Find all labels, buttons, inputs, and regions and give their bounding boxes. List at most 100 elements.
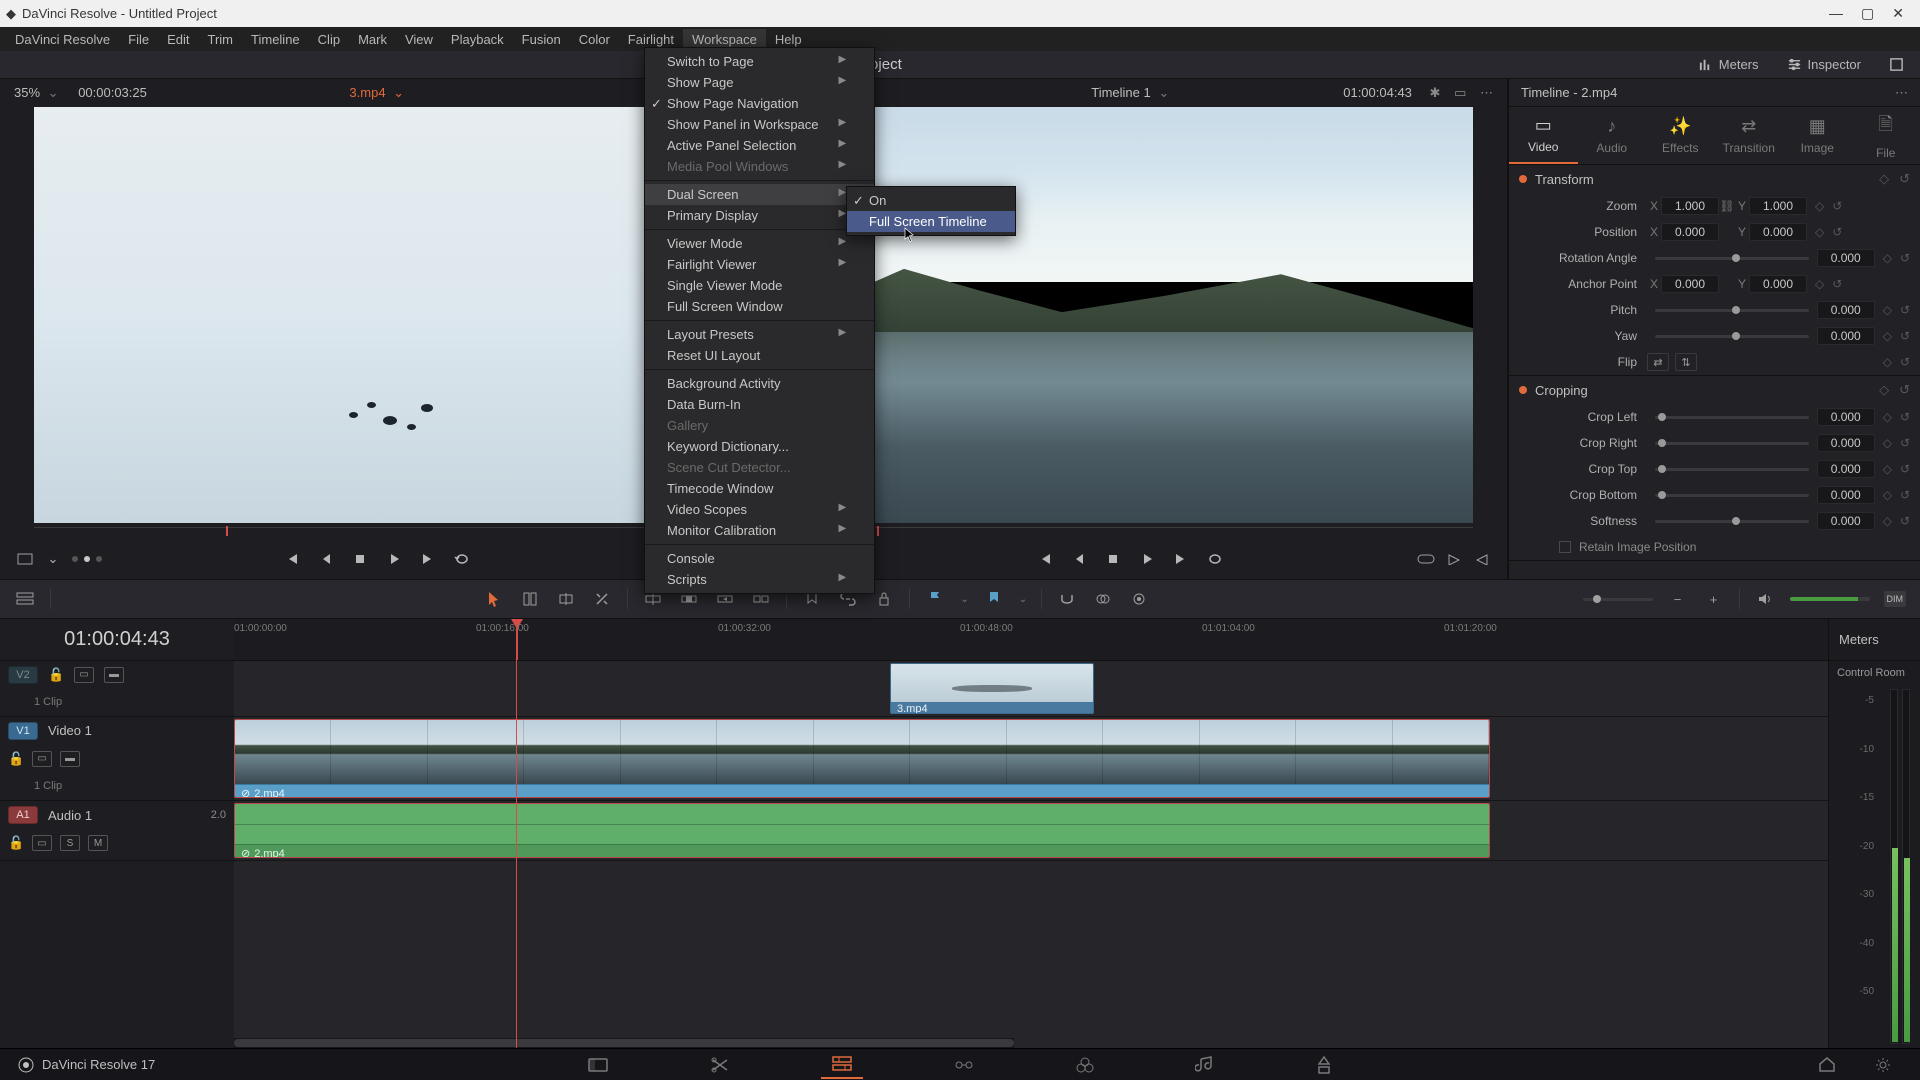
keyframe-diamond-icon[interactable]: ◇ [1815,199,1824,213]
reset-icon[interactable]: ↺ [1900,355,1910,369]
menu-davinci-resolve[interactable]: DaVinci Resolve [6,29,119,50]
yaw-field[interactable]: 0.000 [1817,327,1875,345]
menu-item-show-page[interactable]: Show Page▶ [645,72,874,93]
close-button[interactable]: ✕ [1892,5,1904,22]
keyframe-diamond-icon[interactable]: ◇ [1815,277,1824,291]
track-view-button[interactable]: ▬ [60,751,80,767]
softness-slider[interactable] [1655,520,1809,523]
reset-icon[interactable]: ↺ [1832,199,1842,213]
keyframe-diamond-icon[interactable]: ◇ [1815,225,1824,239]
track-badge-a1[interactable]: A1 [8,806,38,824]
chevron-down-icon[interactable]: ⌄ [44,550,62,568]
enable-dot[interactable] [1519,175,1527,183]
expand-button[interactable] [1883,55,1910,74]
program-canvas[interactable] [788,107,1474,523]
source-zoom[interactable]: 35% [14,85,40,100]
reset-icon[interactable]: ↺ [1899,382,1910,398]
flag-button[interactable] [924,588,946,610]
menu-file[interactable]: File [119,29,158,50]
track-v1[interactable]: ⊘2.mp4 [234,717,1828,801]
menu-item-layout-presets[interactable]: Layout Presets▶ [645,324,874,345]
reset-icon[interactable]: ↺ [1899,171,1910,187]
menu-item-fairlight-viewer[interactable]: Fairlight Viewer▶ [645,254,874,275]
menu-fusion[interactable]: Fusion [513,29,570,50]
reset-icon[interactable]: ↺ [1900,436,1910,450]
minimize-button[interactable]: — [1829,5,1843,22]
loop-button[interactable] [1206,550,1224,568]
trim-tool[interactable] [519,588,541,610]
menu-item-keyword-dictionary-[interactable]: Keyword Dictionary... [645,436,874,457]
linked-selection-button[interactable] [1092,588,1114,610]
auto-select-button[interactable]: ▭ [32,751,52,767]
reset-icon[interactable]: ↺ [1900,303,1910,317]
menu-playback[interactable]: Playback [442,29,513,50]
cut-page-button[interactable] [699,1052,741,1078]
prev-frame-button[interactable] [1070,550,1088,568]
play-button[interactable] [385,550,403,568]
track-v2[interactable]: 3.mp4 [234,661,1828,717]
clip-2mp4-audio[interactable]: ⊘2.mp4 [234,803,1490,858]
chevron-down-icon[interactable]: ⌄ [1019,594,1027,605]
menu-color[interactable]: Color [570,29,619,50]
keyframe-diamond-icon[interactable]: ◇ [1883,251,1892,265]
auto-select-button[interactable]: ▭ [74,667,94,683]
dual-screen-submenu[interactable]: ✓On Full Screen Timeline [846,186,1016,236]
timeline-body[interactable]: 01:00:00:0001:00:16:0001:00:32:0001:00:4… [234,619,1828,1048]
crop-top-field[interactable]: 0.000 [1817,460,1875,478]
rotation-slider[interactable] [1655,257,1809,260]
project-settings-button[interactable] [1864,1052,1902,1078]
marker-color-button[interactable] [983,588,1005,610]
volume-slider[interactable] [1790,597,1870,601]
next-frame-button[interactable] [419,550,437,568]
next-frame-button[interactable] [1172,550,1190,568]
keyframe-diamond-icon[interactable]: ◇ [1879,382,1889,398]
lock-button[interactable] [873,588,895,610]
pitch-slider[interactable] [1655,309,1809,312]
view-dots[interactable] [72,556,102,562]
crop-right-slider[interactable] [1655,442,1809,445]
fusion-page-button[interactable] [943,1052,985,1078]
source-mode-button[interactable] [16,550,34,568]
timeline-view-button[interactable] [14,588,36,610]
prev-frame-button[interactable] [317,550,335,568]
softness-field[interactable]: 0.000 [1817,512,1875,530]
link-icon[interactable]: ⛓ [1719,199,1735,213]
reset-icon[interactable]: ↺ [1832,225,1842,239]
keyframe-diamond-icon[interactable]: ◇ [1883,303,1892,317]
blade-tool[interactable] [591,588,613,610]
first-frame-button[interactable] [1036,550,1054,568]
tab-transition[interactable]: ⇄Transition [1715,107,1784,164]
menu-item-video-scopes[interactable]: Video Scopes▶ [645,499,874,520]
menu-item-full-screen-timeline[interactable]: Full Screen Timeline [847,211,1015,232]
timeline-zoom-slider[interactable] [1583,598,1653,601]
insert-button[interactable] [1417,550,1435,568]
menu-view[interactable]: View [396,29,442,50]
selection-tool[interactable] [483,588,505,610]
track-view-button[interactable]: ▬ [104,667,124,683]
menu-clip[interactable]: Clip [309,29,349,50]
menu-item-scripts[interactable]: Scripts▶ [645,569,874,590]
menu-item-show-page-navigation[interactable]: ✓Show Page Navigation [645,93,874,114]
keyframe-diamond-icon[interactable]: ◇ [1883,329,1892,343]
loop-button[interactable] [453,550,471,568]
crop-right-field[interactable]: 0.000 [1817,434,1875,452]
match-frame-icon[interactable]: ▭ [1454,85,1466,100]
zoom-out-button[interactable]: − [1667,588,1689,610]
pitch-field[interactable]: 0.000 [1817,301,1875,319]
crop-left-slider[interactable] [1655,416,1809,419]
play-button[interactable] [1138,550,1156,568]
mute-button[interactable]: M [88,835,108,851]
menu-item-viewer-mode[interactable]: Viewer Mode▶ [645,233,874,254]
position-y-field[interactable]: 0.000 [1749,223,1807,241]
tab-audio[interactable]: ♪Audio [1578,107,1647,164]
replace-button[interactable] [1473,550,1491,568]
dim-button[interactable]: DIM [1884,591,1907,607]
anchor-x-field[interactable]: 0.000 [1661,275,1719,293]
menu-item-single-viewer-mode[interactable]: Single Viewer Mode [645,275,874,296]
edit-page-button[interactable] [821,1051,863,1079]
menu-item-monitor-calibration[interactable]: Monitor Calibration▶ [645,520,874,541]
solo-button[interactable]: S [60,835,80,851]
menu-item-primary-display[interactable]: Primary Display▶ [645,205,874,226]
stop-button[interactable] [1104,550,1122,568]
stop-button[interactable] [351,550,369,568]
